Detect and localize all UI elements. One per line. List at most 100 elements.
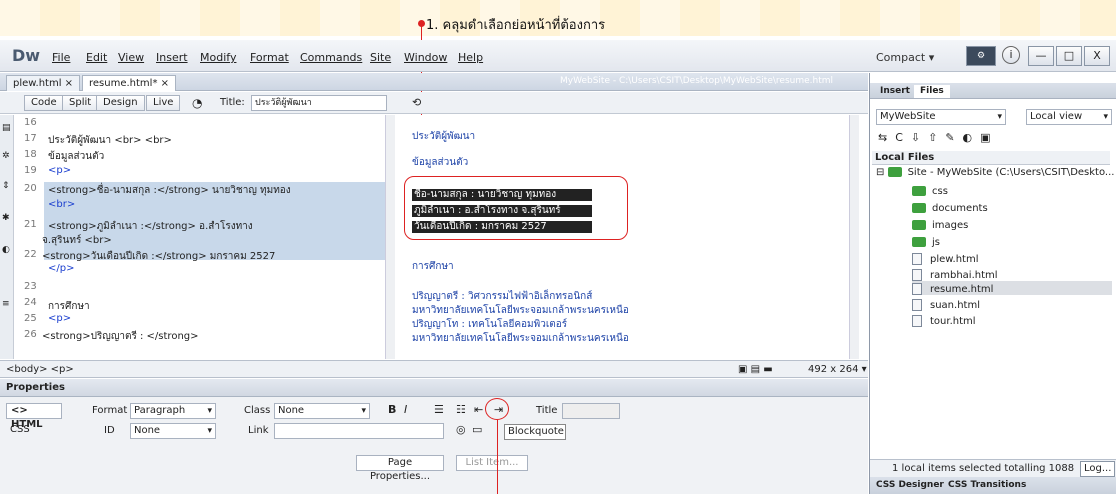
files-toolbar-icons[interactable]: ⇆C⇩⇧✎◐▣	[878, 131, 999, 144]
site-root-label: Site - MyWebSite (C:\Users\CSIT\Deskto..…	[907, 167, 1115, 178]
menu-bar: Dw File Edit View Insert Modify Format C…	[0, 40, 1116, 72]
extract-icon[interactable]: ⚙	[966, 46, 996, 66]
window-size[interactable]: 492 x 264 ▾	[808, 364, 867, 375]
select-parent-icon[interactable]: ✱	[2, 213, 10, 223]
menu-insert[interactable]: Insert	[156, 51, 188, 64]
tab-files[interactable]: Files	[914, 85, 950, 98]
tree-item[interactable]: documents	[912, 203, 988, 214]
code-line: การศึกษา	[48, 301, 90, 312]
code-view[interactable]: ▤ ✲ ⇕ ✱ ◐ ≡ 16 17 ประวัติผู้พัฒนา <br> <…	[0, 115, 395, 359]
browse-folder-icon[interactable]: ▭	[472, 423, 482, 436]
tab-css-transitions[interactable]: CSS Transitions	[948, 480, 1026, 490]
tree-item[interactable]: suan.html	[912, 299, 980, 311]
menu-window[interactable]: Window	[404, 51, 447, 64]
site-root[interactable]: ⊟ Site - MyWebSite (C:\Users\CSIT\Deskto…	[876, 167, 1114, 178]
code-view-button[interactable]: Code	[24, 95, 64, 111]
format-select[interactable]: Paragraph	[130, 403, 216, 419]
collapse-tag-icon[interactable]: ✲	[2, 151, 10, 161]
live-view-button[interactable]: Live	[146, 95, 181, 111]
id-select[interactable]: None	[130, 423, 216, 439]
menu-modify[interactable]: Modify	[200, 51, 236, 64]
tree-item-selected[interactable]: resume.html	[912, 283, 993, 295]
tree-item[interactable]: images	[912, 220, 968, 231]
info-icon[interactable]: i	[1002, 46, 1020, 64]
document-toolbar: Code Split Design Live ◔ Title: ประวัติผ…	[0, 92, 868, 114]
point-to-file-icon[interactable]: ◎	[456, 423, 466, 436]
tab-resume[interactable]: resume.html* ×	[82, 75, 176, 91]
folder-icon	[912, 237, 926, 247]
globe-icon[interactable]: ◔	[192, 96, 202, 110]
ordered-list-icon[interactable]: ☷	[456, 403, 466, 416]
file-icon	[912, 315, 922, 327]
list-item-button[interactable]: List Item...	[456, 455, 528, 471]
bottom-panel-tabs: CSS Designer CSS Transitions	[870, 477, 1116, 494]
tree-item[interactable]: css	[912, 186, 948, 197]
menu-help[interactable]: Help	[458, 51, 483, 64]
design-view-button[interactable]: Design	[96, 95, 145, 111]
tree-item-label: js	[932, 237, 940, 248]
tree-item-label: images	[932, 220, 969, 231]
html-properties-button[interactable]: <> HTML	[6, 403, 62, 430]
code-line: <p>	[48, 165, 72, 176]
tag-selector[interactable]: <body> <p>	[6, 364, 74, 375]
dreamweaver-logo: Dw	[12, 46, 41, 65]
design-scrollbar[interactable]	[849, 115, 859, 359]
tab-css-designer[interactable]: CSS Designer	[876, 480, 944, 490]
menu-file[interactable]: File	[52, 51, 70, 64]
open-documents-icon[interactable]: ▤	[2, 123, 11, 133]
menu-site[interactable]: Site	[370, 51, 391, 64]
code-line: จ.สุรินทร์ <br>	[42, 235, 112, 246]
tab-plew[interactable]: plew.html ×	[6, 75, 81, 91]
maximize-button[interactable]: □	[1056, 46, 1082, 66]
line-number: 26	[24, 329, 37, 340]
title-input[interactable]: ประวัติผู้พัฒนา	[251, 95, 387, 111]
bold-button[interactable]: B	[388, 403, 396, 416]
unordered-list-icon[interactable]: ☰	[434, 403, 444, 416]
comment-icon[interactable]: ◐	[2, 245, 10, 255]
site-select[interactable]: MyWebSite	[876, 109, 1006, 125]
tab-insert[interactable]: Insert	[874, 85, 916, 98]
line-number: 22	[24, 249, 37, 260]
file-icon	[912, 253, 922, 265]
code-scrollbar[interactable]	[385, 115, 395, 359]
expand-all-icon[interactable]: ⇕	[2, 181, 10, 191]
line-number: 23	[24, 281, 37, 292]
design-heading: ประวัติผู้พัฒนา	[412, 131, 476, 142]
workspace-switcher[interactable]: Compact ▾	[876, 51, 934, 64]
indent-icon[interactable]: ≡	[2, 299, 10, 309]
line-number: 21	[24, 219, 37, 230]
design-university-1: มหาวิทยาลัยเทคโนโลยีพระจอมเกล้าพระนครเหน…	[412, 305, 629, 316]
tree-item[interactable]: plew.html	[912, 253, 979, 265]
device-icons[interactable]: ▣ ▤ ▬	[738, 364, 773, 375]
tree-item[interactable]: tour.html	[912, 315, 976, 327]
menu-view[interactable]: View	[118, 51, 144, 64]
files-status-bar: 1 local items selected totalling 1088 Lo…	[870, 459, 1116, 477]
local-files-header: Local Files	[872, 151, 1110, 165]
validate-icon[interactable]: ⟲	[412, 96, 421, 109]
tree-item[interactable]: rambhai.html	[912, 269, 998, 281]
code-line: <br>	[48, 199, 76, 210]
code-line: <strong>ปริญญาตรี : </strong>	[42, 331, 199, 342]
outdent-icon[interactable]: ⇤	[474, 403, 483, 416]
tree-item-label: css	[932, 186, 948, 197]
tree-item[interactable]: js	[912, 237, 940, 248]
page-properties-button[interactable]: Page Properties...	[356, 455, 444, 482]
close-button[interactable]: X	[1084, 46, 1110, 66]
panel-tabs: Insert Files	[870, 83, 1116, 99]
menu-commands[interactable]: Commands	[300, 51, 362, 64]
split-view-button[interactable]: Split	[62, 95, 99, 111]
format-label: Format	[92, 405, 128, 416]
view-select[interactable]: Local view	[1026, 109, 1112, 125]
minimize-button[interactable]: —	[1028, 46, 1054, 66]
title-property-input[interactable]	[562, 403, 620, 419]
menu-edit[interactable]: Edit	[86, 51, 107, 64]
menu-format[interactable]: Format	[250, 51, 289, 64]
class-select[interactable]: None	[274, 403, 370, 419]
annotation-line-bottom	[497, 420, 498, 494]
line-number: 24	[24, 297, 37, 308]
italic-button[interactable]: I	[404, 403, 407, 416]
css-properties-button[interactable]: CSS	[6, 423, 62, 439]
link-input[interactable]	[274, 423, 444, 439]
log-button[interactable]: Log...	[1080, 461, 1116, 477]
tree-item-label: resume.html	[930, 284, 994, 295]
